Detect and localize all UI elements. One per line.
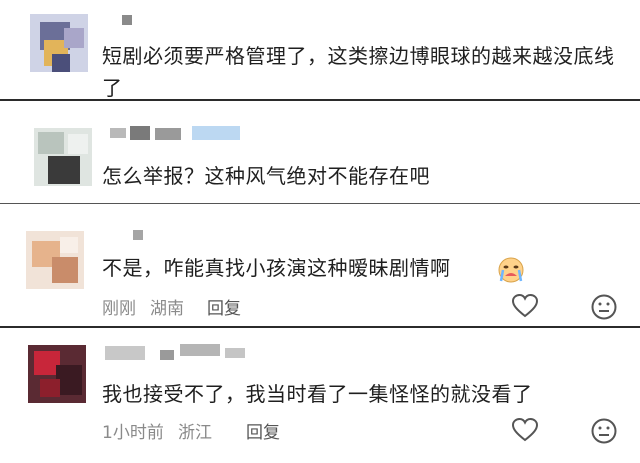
comment-location: 湖南 [150,299,184,319]
avatar[interactable] [28,345,86,403]
blurred-badge [192,126,240,140]
blurred-username [180,344,220,356]
avatar[interactable] [30,14,88,72]
blurred-username [122,15,132,25]
comment-text: 不是，咋能真找小孩演这种暧昧剧情啊 [102,256,451,280]
blurred-username [133,230,143,240]
blurred-username [105,346,145,360]
divider [0,326,640,328]
divider [0,99,640,101]
comment-card: 怎么举报？这种风气绝对不能存在吧 [0,108,640,297]
comment-card: 短剧必须要严格管理了，这类擦边博眼球的越来越没底线了 [0,0,640,100]
comment-card: 我也接受不了，我当时看了一集怪怪的就没看了 1小时前 浙江 回复 [0,330,640,463]
neutral-face-icon[interactable] [590,293,618,321]
heart-outline-icon[interactable] [511,417,539,443]
comment-text: 我也接受不了，我当时看了一集怪怪的就没看了 [102,382,533,406]
divider [0,203,640,204]
comment-card: 不是，咋能真找小孩演这种暧昧剧情啊 刚刚 湖南 回复 [0,205,640,323]
comment-time: 刚刚 [102,299,136,319]
blurred-username [155,128,181,140]
comment-text: 怎么举报？这种风气绝对不能存在吧 [102,164,430,188]
neutral-face-icon[interactable] [590,417,618,445]
avatar[interactable] [34,128,92,186]
blurred-username [225,348,245,358]
reply-button[interactable]: 回复 [207,294,241,319]
comment-time: 1小时前 [102,423,164,443]
blurred-username [110,128,126,138]
crying-face-emoji [498,257,524,283]
blurred-username [130,126,150,140]
comment-location: 浙江 [178,423,212,443]
avatar[interactable] [26,231,84,289]
heart-outline-icon[interactable] [511,293,539,319]
reply-button[interactable]: 回复 [246,418,280,443]
blurred-username [160,350,174,360]
comment-text: 短剧必须要严格管理了，这类擦边博眼球的越来越没底线了 [102,44,615,100]
